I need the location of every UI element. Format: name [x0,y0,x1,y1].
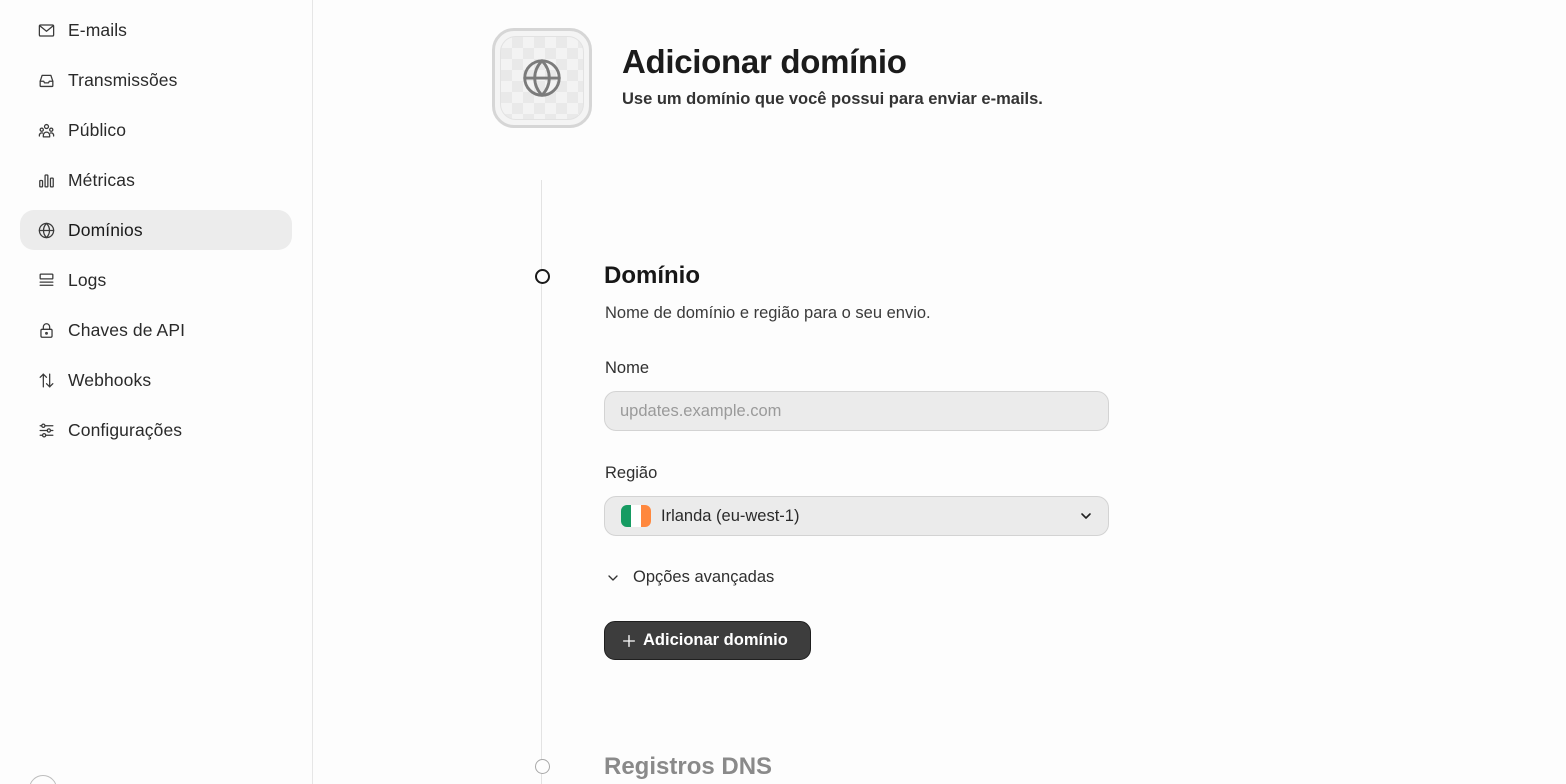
flag-stripe-orange [641,505,651,527]
sidebar-item-webhooks[interactable]: Webhooks [20,360,292,400]
region-field-label: Região [605,464,658,482]
sliders-icon [36,420,56,440]
flag-stripe-white [631,505,641,527]
region-select[interactable]: Irlanda (eu-west-1) [604,496,1109,536]
sidebar-item-api-keys[interactable]: Chaves de API [20,310,292,350]
flag-stripe-green [621,505,631,527]
chevron-down-icon [608,574,618,581]
chevron-down-icon [1081,513,1091,519]
ireland-flag-icon [621,505,651,527]
sidebar-item-settings[interactable]: Configurações [20,410,292,450]
sidebar-item-emails[interactable]: E-mails [20,10,292,50]
sidebar-item-label: Webhooks [68,369,152,390]
section-title: Domínio [604,262,700,289]
arrows-up-down-icon [36,370,56,390]
sidebar-item-label: Logs [68,269,107,290]
region-select-value: Irlanda (eu-west-1) [661,506,800,525]
sidebar-item-label: Chaves de API [68,319,186,340]
add-domain-button-label: Adicionar domínio [643,631,788,649]
section-description: Nome de domínio e região para o seu envi… [605,304,931,322]
domain-name-input[interactable] [604,391,1109,431]
globe-icon [500,36,584,120]
sidebar-item-audience[interactable]: Público [20,110,292,150]
sidebar-item-label: Público [68,119,127,140]
globe-icon [36,220,56,240]
avatar[interactable] [29,775,57,784]
logs-icon [36,270,56,290]
mail-icon [36,20,56,40]
inbox-icon [36,70,56,90]
sidebar-item-logs[interactable]: Logs [20,260,292,300]
sidebar-item-label: Configurações [68,419,183,440]
advanced-options-label: Opções avançadas [633,568,775,586]
advanced-options-toggle[interactable]: Opções avançadas [605,568,774,587]
plus-icon [623,634,635,647]
sidebar-nav: E-mails Transmissões Público Métricas Do… [20,10,292,460]
page-subtitle: Use um domínio que você possui para envi… [622,90,1043,108]
sidebar-item-label: Métricas [68,169,135,190]
lock-icon [36,320,56,340]
step-indicator-active [535,269,550,284]
sidebar-item-label: Transmissões [68,69,178,90]
sidebar-item-label: Domínios [68,219,143,240]
add-domain-button[interactable]: Adicionar domínio [604,621,811,660]
page-title: Adicionar domínio [622,43,907,80]
sidebar-item-label: E-mails [68,19,128,40]
name-field-label: Nome [605,359,650,377]
sidebar-item-broadcasts[interactable]: Transmissões [20,60,292,100]
users-icon [36,120,56,140]
sidebar-item-metrics[interactable]: Métricas [20,160,292,200]
sidebar-item-domains[interactable]: Domínios [20,210,292,250]
step-indicator-inactive [535,759,550,774]
dns-section-title: Registros DNS [604,753,773,780]
bar-chart-icon [36,170,56,190]
sidebar: E-mails Transmissões Público Métricas Do… [0,0,313,784]
header-badge [492,28,592,128]
